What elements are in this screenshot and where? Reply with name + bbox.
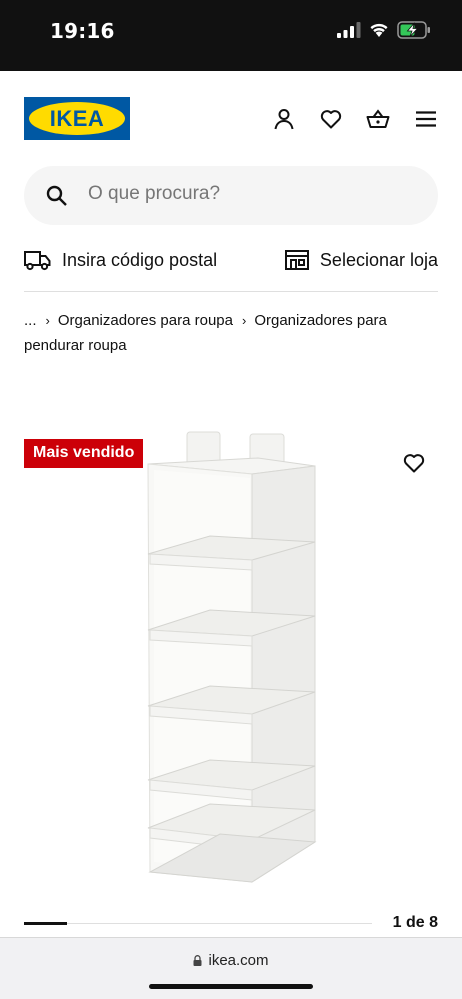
search-input[interactable]: O que procura? xyxy=(24,166,438,225)
status-bar: 19:16 xyxy=(0,0,462,71)
logo-text: IKEA xyxy=(49,106,105,131)
menu-icon[interactable] xyxy=(414,107,438,131)
battery-charging-icon xyxy=(397,21,430,39)
delivery-store-row: Insira código postal Selecionar loja xyxy=(24,240,438,280)
postal-code-label: Insira código postal xyxy=(62,249,218,270)
url-text: ikea.com xyxy=(208,952,269,969)
lock-icon xyxy=(193,955,202,966)
store-select-link[interactable]: Selecionar loja xyxy=(284,246,438,274)
add-to-wishlist-icon[interactable] xyxy=(402,451,426,475)
url-display[interactable]: ikea.com xyxy=(0,952,462,969)
carousel-counter: 1 de 8 xyxy=(392,914,438,931)
profile-icon[interactable] xyxy=(272,107,296,131)
cart-icon[interactable] xyxy=(366,107,390,131)
store-select-label: Selecionar loja xyxy=(319,249,438,270)
product-gallery[interactable]: Mais vendido xyxy=(0,420,462,890)
wifi-icon xyxy=(370,23,388,37)
truck-icon xyxy=(24,251,51,271)
breadcrumb-ellipsis[interactable]: ... xyxy=(24,312,37,329)
chevron-right-icon: › xyxy=(241,313,247,328)
divider xyxy=(24,291,438,292)
chevron-right-icon: › xyxy=(45,313,50,328)
wishlist-icon[interactable] xyxy=(319,107,343,131)
store-icon xyxy=(284,250,309,270)
browser-address-bar[interactable]: ikea.com xyxy=(0,937,462,999)
search-placeholder: O que procura? xyxy=(88,183,221,204)
breadcrumb: ... › Organizadores para roupa › Organizador… xyxy=(24,308,438,358)
bestseller-badge: Mais vendido xyxy=(24,439,144,468)
hanging-organiser-image xyxy=(147,431,317,883)
status-time: 19:16 xyxy=(50,19,115,43)
carousel-progress[interactable] xyxy=(24,922,372,925)
carousel-progress-fill xyxy=(24,922,67,925)
breadcrumb-clothes-organisers[interactable]: Organizadores para roupa xyxy=(58,312,233,329)
ikea-logo[interactable]: IKEA xyxy=(24,97,130,140)
signal-icon xyxy=(337,22,361,38)
site-header: IKEA xyxy=(0,71,462,161)
home-indicator[interactable] xyxy=(149,984,313,989)
search-icon xyxy=(46,185,67,206)
postal-code-link[interactable]: Insira código postal xyxy=(24,246,217,274)
